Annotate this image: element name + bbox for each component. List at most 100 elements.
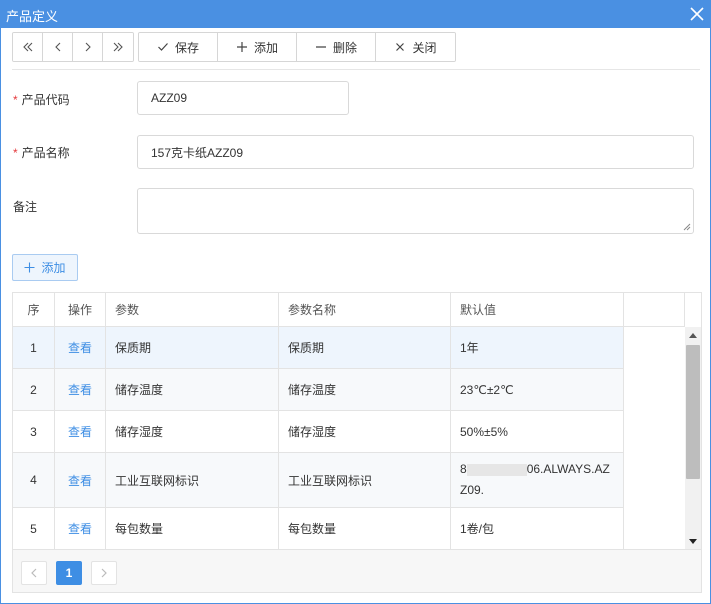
product-code-label: * 产品代码 <box>13 91 70 108</box>
product-name-label-text: 产品名称 <box>21 146 70 160</box>
table-scrollbar[interactable] <box>685 327 701 549</box>
next-page-button[interactable] <box>73 33 103 61</box>
cell-action: 查看 <box>55 369 106 410</box>
view-link[interactable]: 查看 <box>68 339 92 356</box>
chevron-right-icon <box>101 568 107 578</box>
cell-param: 储存温度 <box>106 369 279 410</box>
header-action: 操作 <box>55 293 106 326</box>
scrollbar-thumb[interactable] <box>686 345 700 479</box>
cell-default: 23℃±2℃ <box>451 369 624 410</box>
cell-action: 查看 <box>55 453 106 507</box>
cell-param-name: 储存温度 <box>279 369 451 410</box>
cell-param: 储存湿度 <box>106 411 279 452</box>
pager-next-button[interactable] <box>91 561 117 585</box>
product-definition-dialog: 产品定义 保存 添加 删除 关闭 * 产品代码 AZZ09 * 产品名称 157… <box>0 0 711 604</box>
cell-param-name: 储存湿度 <box>279 411 451 452</box>
scroll-down-icon[interactable] <box>685 533 701 549</box>
view-link[interactable]: 查看 <box>68 423 92 440</box>
product-name-value: 157克卡纸AZZ09 <box>151 145 244 160</box>
remark-textarea[interactable] <box>137 188 694 234</box>
resize-grip-icon[interactable] <box>683 223 691 231</box>
product-code-label-text: 产品代码 <box>21 93 70 107</box>
toolbar: 保存 添加 删除 关闭 <box>12 32 456 62</box>
cell-param-name: 每包数量 <box>279 508 451 549</box>
remark-label-text: 备注 <box>13 200 38 214</box>
redacted-block <box>466 463 527 476</box>
identifier-prefix: 8 <box>460 462 467 476</box>
last-page-button[interactable] <box>103 33 133 61</box>
scroll-up-icon[interactable] <box>685 327 701 343</box>
save-button-label: 保存 <box>174 40 199 55</box>
cell-action: 查看 <box>55 411 106 452</box>
nav-button-group <box>12 32 134 62</box>
minus-icon <box>315 46 326 48</box>
plus-icon <box>236 42 247 52</box>
header-param: 参数 <box>106 293 279 326</box>
cell-seq: 3 <box>13 411 55 452</box>
cell-seq: 5 <box>13 508 55 549</box>
cell-action: 查看 <box>55 508 106 549</box>
double-chevron-left-icon <box>22 42 32 52</box>
required-mark: * <box>13 146 18 160</box>
view-link[interactable]: 查看 <box>68 381 92 398</box>
add-toolbar-button-label: 添加 <box>253 40 278 55</box>
dialog-title: 产品定义 <box>6 9 59 24</box>
header-spacer <box>624 293 685 326</box>
check-icon <box>158 43 168 51</box>
product-name-label: * 产品名称 <box>13 144 70 161</box>
remark-label: 备注 <box>13 198 37 215</box>
chevron-left-icon <box>54 42 60 52</box>
cell-seq: 4 <box>13 453 55 507</box>
delete-button[interactable]: 删除 <box>297 33 376 61</box>
save-button[interactable]: 保存 <box>139 33 218 61</box>
table-row[interactable]: 4 查看 工业互联网标识 工业互联网标识 8 06.ALWAYS.AZZ09. <box>13 453 624 508</box>
header-seq: 序 <box>13 293 55 326</box>
header-param-name: 参数名称 <box>279 293 451 326</box>
parameter-table: 序 操作 参数 参数名称 默认值 1 查看 保质期 保质期 1年 2 查看 储存… <box>12 292 702 593</box>
table-row[interactable]: 5 查看 每包数量 每包数量 1卷/包 <box>13 508 624 550</box>
cell-default: 1卷/包 <box>451 508 624 549</box>
pager-prev-button[interactable] <box>21 561 47 585</box>
close-icon[interactable] <box>688 5 706 23</box>
cell-param-name: 工业互联网标识 <box>279 453 451 507</box>
view-link[interactable]: 查看 <box>68 520 92 537</box>
cell-seq: 2 <box>13 369 55 410</box>
chevron-left-icon <box>31 568 37 578</box>
action-button-group: 保存 添加 删除 关闭 <box>138 32 456 62</box>
pager-page-button[interactable]: 1 <box>56 561 82 585</box>
cell-param: 保质期 <box>106 327 279 368</box>
cell-default: 1年 <box>451 327 624 368</box>
prev-page-button[interactable] <box>43 33 73 61</box>
table-header: 序 操作 参数 参数名称 默认值 <box>13 293 685 327</box>
cell-seq: 1 <box>13 327 55 368</box>
product-code-input[interactable]: AZZ09 <box>137 81 349 115</box>
product-code-value: AZZ09 <box>151 91 188 105</box>
cell-param-name: 保质期 <box>279 327 451 368</box>
add-row-button[interactable]: 添加 <box>12 254 78 281</box>
add-toolbar-button[interactable]: 添加 <box>218 33 297 61</box>
double-chevron-right-icon <box>113 42 123 52</box>
product-name-input[interactable]: 157克卡纸AZZ09 <box>137 135 694 169</box>
cell-param: 每包数量 <box>106 508 279 549</box>
x-icon <box>396 43 405 51</box>
add-row-button-label: 添加 <box>41 261 66 275</box>
cell-default: 50%±5% <box>451 411 624 452</box>
table-row[interactable]: 1 查看 保质期 保质期 1年 <box>13 327 624 369</box>
cell-default: 8 06.ALWAYS.AZZ09. <box>451 453 624 507</box>
required-mark: * <box>13 93 18 107</box>
dialog-titlebar: 产品定义 <box>1 1 710 28</box>
pagination: 1 <box>13 549 701 592</box>
toolbar-divider <box>12 69 700 70</box>
table-row[interactable]: 3 查看 储存湿度 储存湿度 50%±5% <box>13 411 624 453</box>
table-row[interactable]: 2 查看 储存温度 储存温度 23℃±2℃ <box>13 369 624 411</box>
close-button-label: 关闭 <box>412 40 437 55</box>
cell-action: 查看 <box>55 327 106 368</box>
delete-button-label: 删除 <box>332 40 357 55</box>
cell-param: 工业互联网标识 <box>106 453 279 507</box>
first-page-button[interactable] <box>13 33 43 61</box>
view-link[interactable]: 查看 <box>68 472 92 489</box>
plus-icon <box>24 262 35 273</box>
header-default: 默认值 <box>451 293 624 326</box>
chevron-right-icon <box>85 42 91 52</box>
close-button[interactable]: 关闭 <box>376 33 455 61</box>
